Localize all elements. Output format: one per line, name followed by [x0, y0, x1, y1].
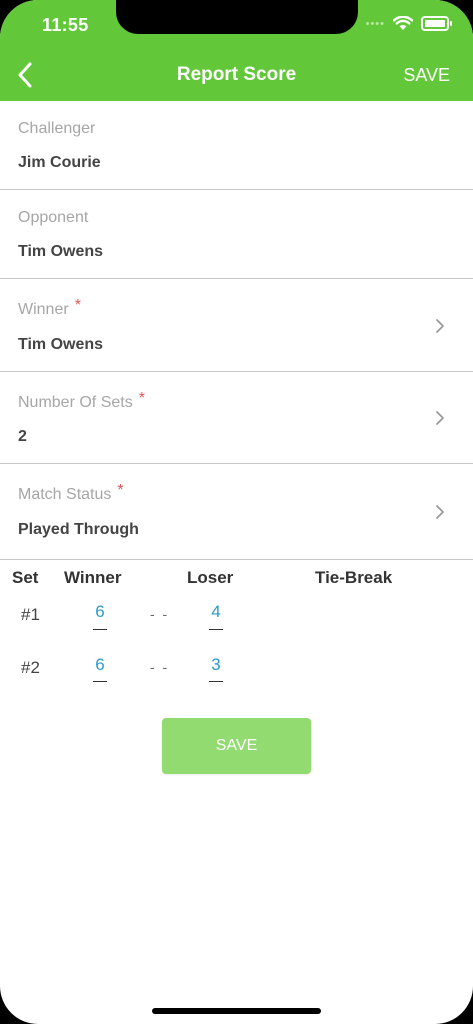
- loser-score-input[interactable]: 3: [206, 655, 226, 675]
- number-of-sets-label-text: Number Of Sets: [18, 394, 133, 411]
- home-indicator: [152, 1008, 321, 1014]
- chevron-right-icon: [436, 505, 444, 519]
- required-marker: *: [117, 482, 124, 499]
- nav-save-button[interactable]: SAVE: [403, 65, 450, 86]
- opponent-row: Opponent Tim Owens: [0, 190, 473, 279]
- challenger-row: Challenger Jim Courie: [0, 101, 473, 190]
- header-bar: 11:55 •••• Report Score SAVE: [0, 0, 473, 101]
- chevron-right-icon: [436, 319, 444, 333]
- set-number: #2: [21, 658, 40, 677]
- header-set: Set: [12, 568, 39, 587]
- winner-label-text: Winner: [18, 301, 69, 318]
- required-marker: *: [74, 297, 81, 314]
- header-winner: Winner: [64, 568, 122, 587]
- sets-table-header: Set Winner Loser Tie-Break: [0, 568, 473, 590]
- phone-screen: 11:55 •••• Report Score SAVE Challenger …: [0, 0, 473, 1024]
- score-underline: [209, 681, 223, 682]
- winner-value: Tim Owens: [18, 336, 104, 353]
- number-of-sets-value: 2: [18, 428, 27, 445]
- device-notch: [116, 0, 358, 34]
- opponent-value: Tim Owens: [18, 243, 104, 260]
- required-marker: *: [138, 390, 145, 407]
- signal-icon: ••••: [365, 17, 385, 30]
- set-number: #1: [21, 605, 40, 624]
- loser-score-input[interactable]: 4: [206, 602, 226, 622]
- winner-label: Winner *: [18, 297, 81, 319]
- status-icons: ••••: [365, 16, 452, 31]
- score-separator: - -: [150, 606, 170, 622]
- number-of-sets-row[interactable]: Number Of Sets * 2: [0, 372, 473, 464]
- score-underline: [93, 629, 107, 630]
- winner-score-input[interactable]: 6: [90, 602, 110, 622]
- wifi-icon: [393, 16, 413, 30]
- battery-icon: [421, 16, 452, 31]
- chevron-right-icon: [436, 411, 444, 425]
- set-row: #2 6 - - 3: [0, 655, 473, 695]
- match-status-label-text: Match Status: [18, 486, 112, 503]
- score-underline: [209, 629, 223, 630]
- winner-row[interactable]: Winner * Tim Owens: [0, 279, 473, 372]
- match-status-row[interactable]: Match Status * Played Through: [0, 464, 473, 560]
- header-loser: Loser: [187, 568, 234, 587]
- match-status-value: Played Through: [18, 521, 139, 538]
- status-time: 11:55: [42, 15, 89, 35]
- page-title: Report Score: [176, 64, 297, 85]
- opponent-label: Opponent: [18, 209, 89, 226]
- challenger-value: Jim Courie: [18, 154, 101, 171]
- save-button[interactable]: SAVE: [162, 718, 311, 774]
- winner-score-input[interactable]: 6: [90, 655, 110, 675]
- score-underline: [93, 681, 107, 682]
- header-tiebreak: Tie-Break: [315, 568, 393, 587]
- match-status-label: Match Status *: [18, 482, 124, 504]
- challenger-label: Challenger: [18, 120, 96, 137]
- set-row: #1 6 - - 4: [0, 602, 473, 642]
- score-separator: - -: [150, 659, 170, 675]
- number-of-sets-label: Number Of Sets *: [18, 390, 145, 412]
